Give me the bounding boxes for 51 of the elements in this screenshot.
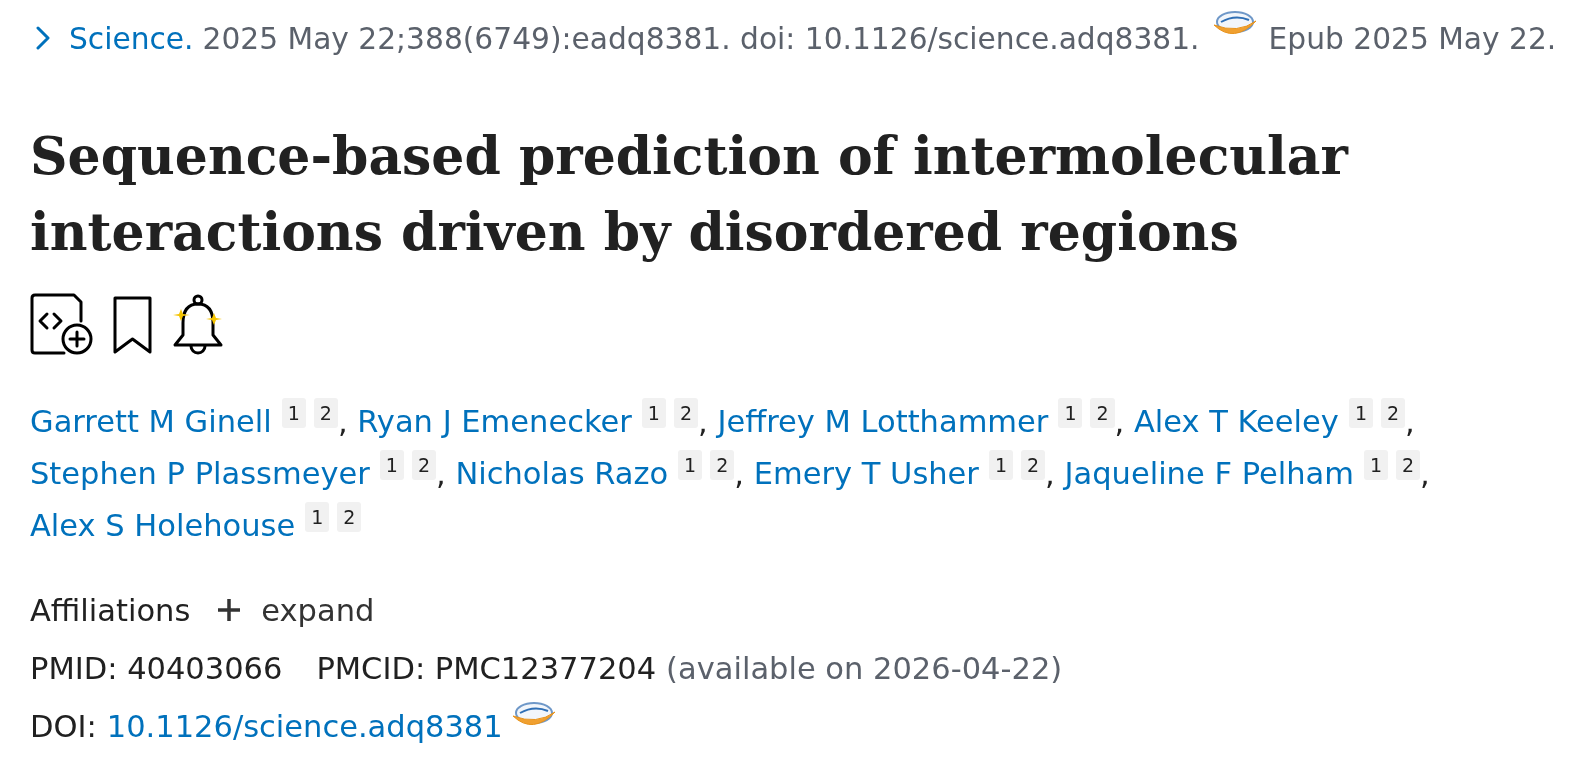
affiliation-ref-link[interactable]: 2 — [1021, 450, 1046, 480]
affiliation-ref-link[interactable]: 1 — [678, 450, 703, 480]
affiliation-ref-link[interactable]: 2 — [673, 398, 698, 428]
author-separator: , — [1045, 456, 1055, 491]
bookmark-icon[interactable] — [113, 296, 152, 355]
author-link[interactable]: Garrett M Ginell — [30, 404, 272, 439]
author-link[interactable]: Alex S Holehouse — [30, 508, 296, 543]
journal-link[interactable]: Science. — [69, 20, 194, 56]
chevron-right-icon[interactable] — [35, 26, 51, 50]
author-link[interactable]: Emery T Usher — [753, 456, 979, 491]
author-separator: , — [436, 456, 446, 491]
author-link[interactable]: Nicholas Razo — [455, 456, 669, 491]
epub-date: Epub 2025 May 22. — [1268, 20, 1557, 56]
author-link[interactable]: Stephen P Plassmeyer — [30, 456, 370, 491]
affiliation-ref-link[interactable]: 2 — [1396, 450, 1421, 480]
doi-link[interactable]: 10.1126/science.adq8381 — [106, 708, 503, 744]
affiliations-label: Affiliations — [30, 592, 191, 628]
affiliation-ref-link[interactable]: 1 — [1363, 450, 1388, 480]
expand-button[interactable]: expand — [217, 592, 375, 628]
author-link[interactable]: Jeffrey M Lotthammer — [717, 404, 1049, 439]
pmcid-text: PMCID: PMC12377204 — [316, 650, 657, 686]
author-link[interactable]: Ryan J Emenecker — [357, 404, 632, 439]
affiliation-ref-link[interactable]: 2 — [337, 502, 362, 532]
affiliation-ref-link[interactable]: 2 — [1381, 398, 1406, 428]
affiliation-ref-link[interactable]: 1 — [281, 398, 306, 428]
pmid-text: PMID: 40403066 — [30, 650, 283, 686]
affiliation-ref-link[interactable]: 1 — [988, 450, 1013, 480]
affiliation-ref-link[interactable]: 1 — [305, 502, 330, 532]
author-link[interactable]: Jaqueline F Pelham — [1064, 456, 1354, 491]
author-separator: , — [734, 456, 744, 491]
author-separator: , — [1405, 404, 1415, 439]
code-file-plus-icon[interactable] — [30, 293, 94, 355]
author-link[interactable]: Alex T Keeley — [1133, 404, 1339, 439]
citation-details: 2025 May 22;388(6749):eadq8381. doi: 10.1126/science.adq8381. — [202, 20, 1200, 56]
plus-icon — [217, 598, 242, 622]
affiliation-ref-link[interactable]: 2 — [710, 450, 735, 480]
affiliation-ref-link[interactable]: 2 — [411, 450, 436, 480]
availability-note: (available on 2026-04-22) — [666, 650, 1063, 686]
author-separator: , — [337, 404, 348, 439]
affiliation-ref-link[interactable]: 2 — [1090, 398, 1115, 428]
author-separator: , — [1114, 404, 1125, 439]
affiliation-ref-link[interactable]: 1 — [379, 450, 404, 480]
doi-label: DOI: — [30, 708, 97, 744]
author-separator: , — [1420, 456, 1430, 491]
affiliation-ref-link[interactable]: 1 — [1348, 398, 1373, 428]
bell-sparkle-icon[interactable] — [171, 294, 225, 355]
affiliation-ref-link[interactable]: 1 — [1058, 398, 1083, 428]
affiliation-ref-link[interactable]: 1 — [641, 398, 666, 428]
affiliation-ref-link[interactable]: 2 — [313, 398, 338, 428]
article-title: Sequence-based prediction of intermolecular interactions driven by disordered regions — [30, 125, 1348, 262]
author-separator: , — [698, 404, 708, 439]
